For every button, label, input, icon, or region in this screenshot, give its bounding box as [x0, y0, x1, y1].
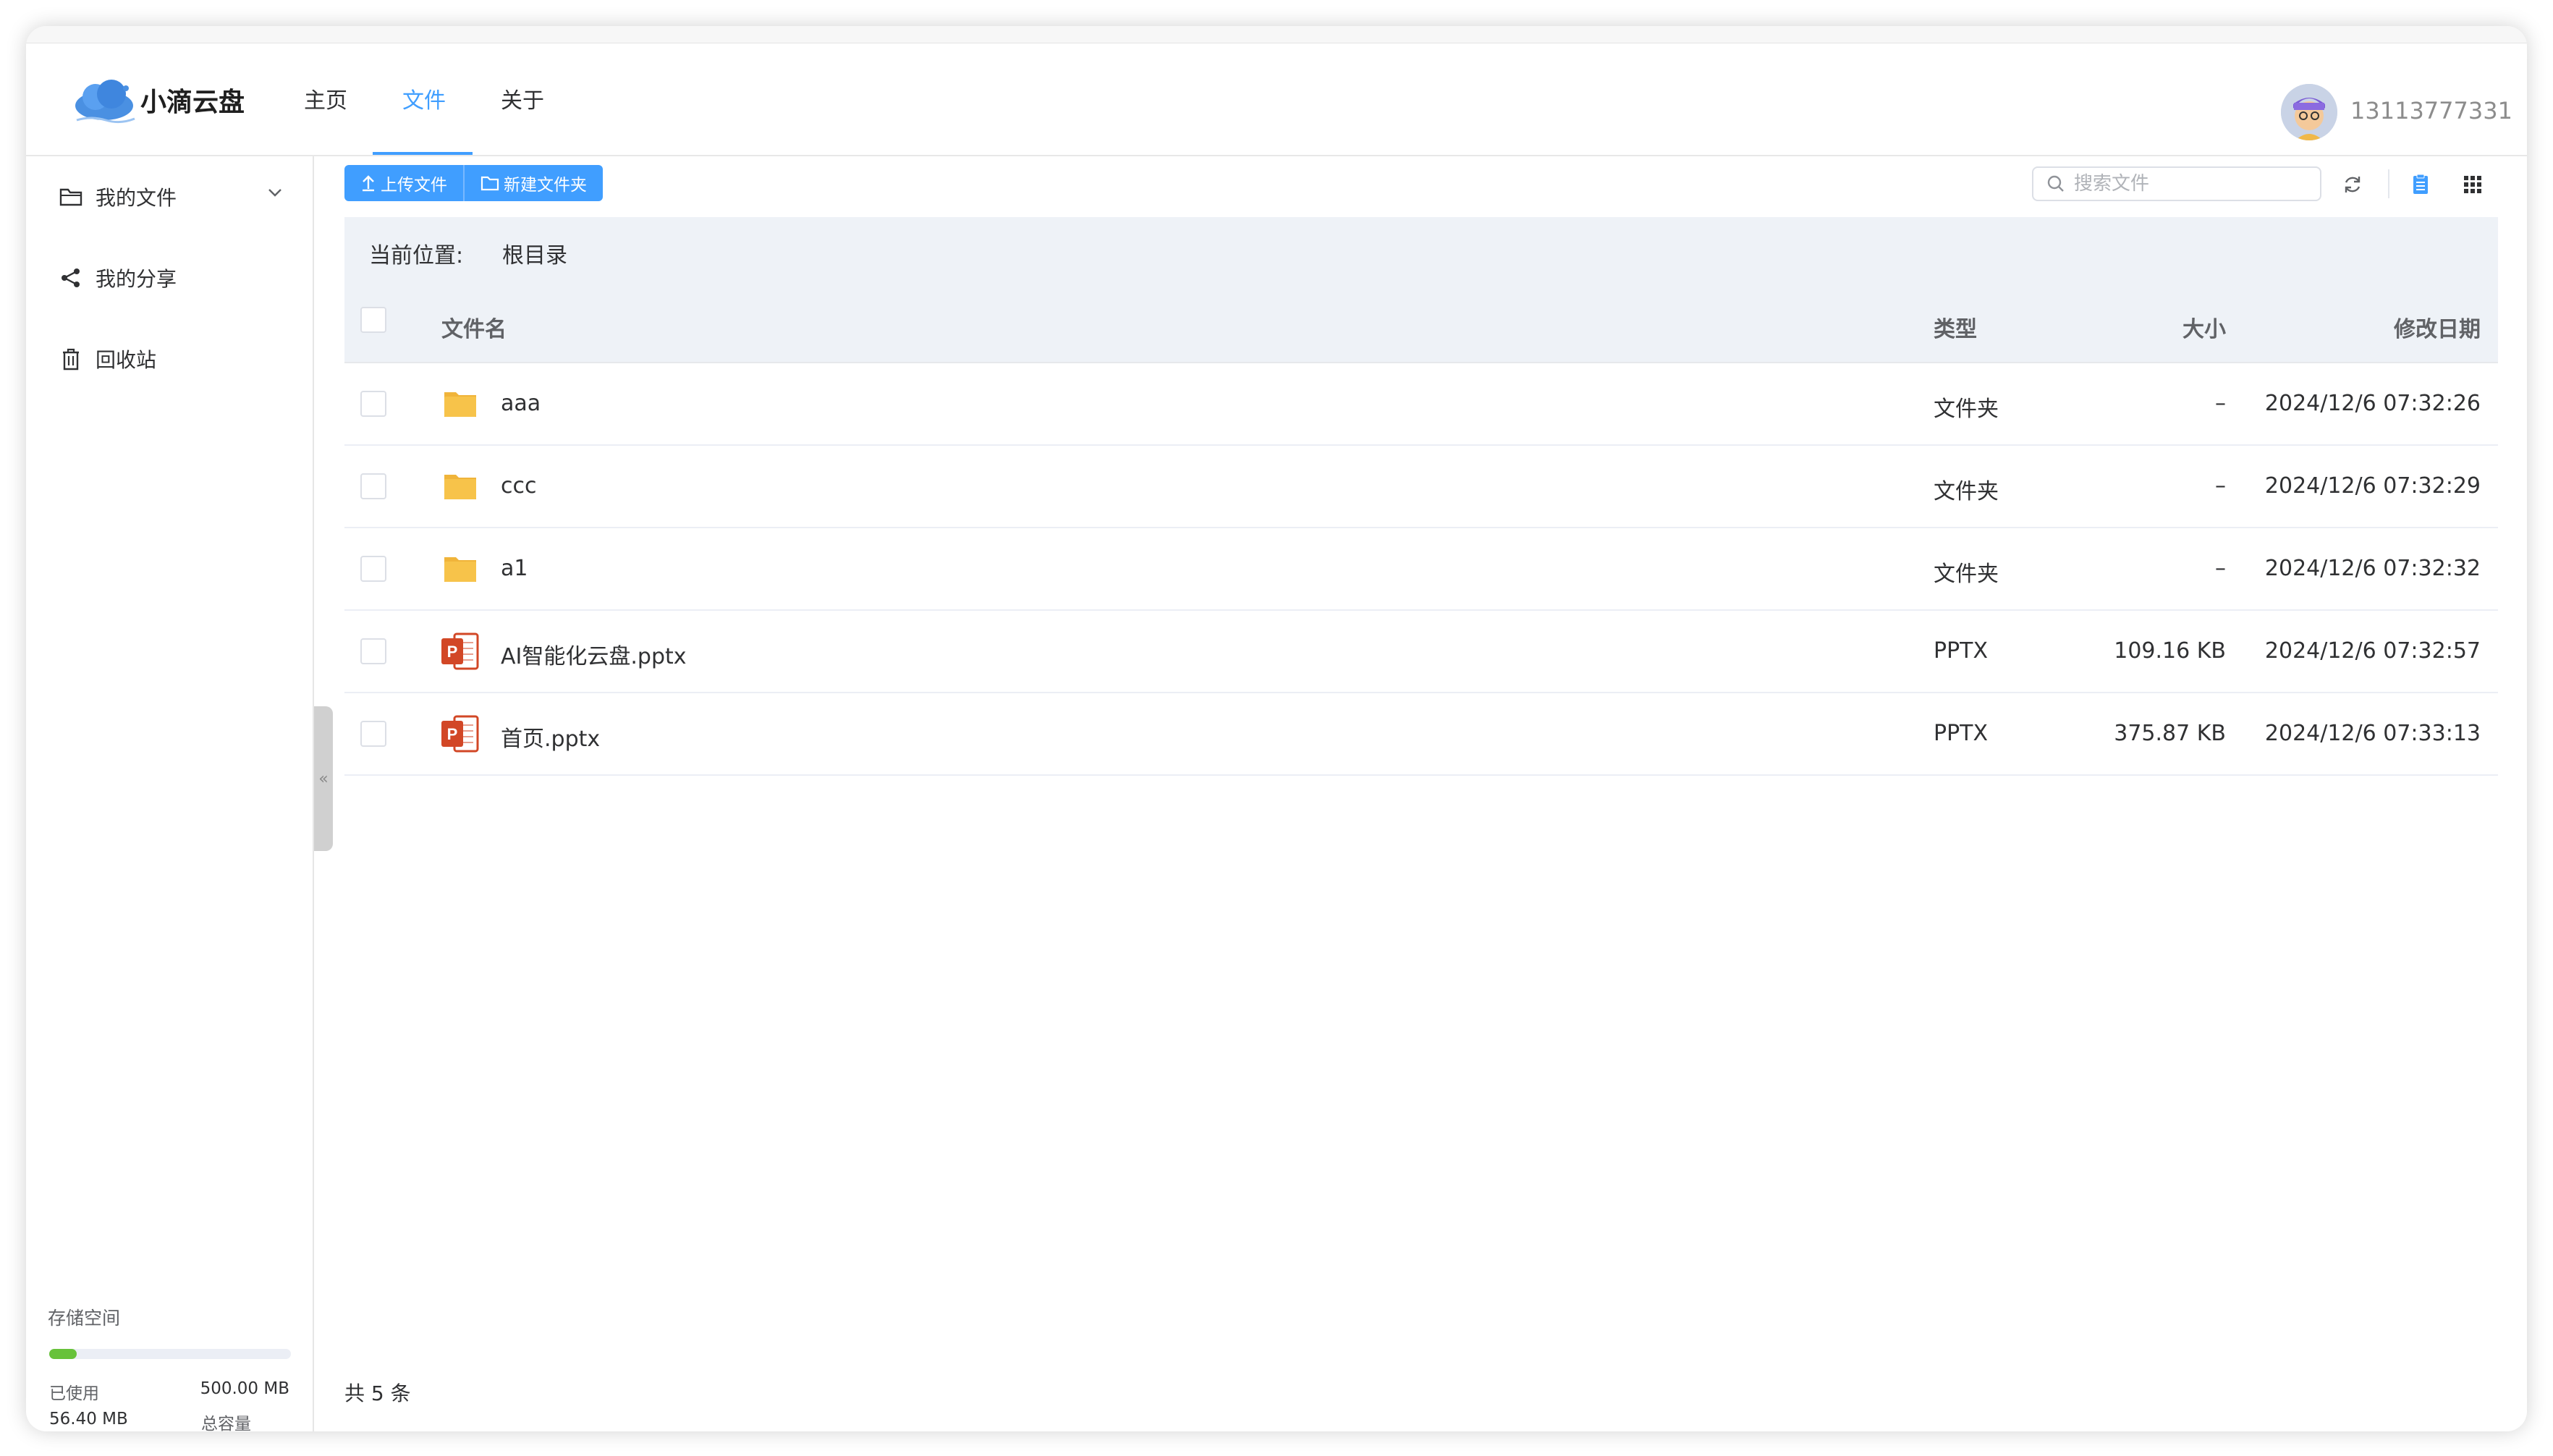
share-icon [62, 268, 80, 287]
pptx-icon: P [441, 632, 479, 670]
file-table-header: 文件名 类型 大小 修改日期 [344, 284, 2498, 363]
sidebar-item-label: 我的文件 [96, 186, 177, 210]
file-size: – [2215, 391, 2226, 416]
action-button-group: 上传文件 新建文件夹 [344, 165, 603, 201]
sidebar-item-my-files[interactable]: 我的文件 [59, 175, 177, 219]
upload-button[interactable]: 上传文件 [344, 165, 463, 201]
app-window: 小滴云盘 主页 文件 关于 13113777331 我的文件 我的分享 回收站 … [26, 26, 2527, 1431]
new-folder-button[interactable]: 新建文件夹 [463, 165, 603, 201]
cloud-logo-icon [75, 80, 135, 124]
nav-files[interactable]: 文件 [402, 82, 446, 114]
storage-total-value: 500.00 MB [200, 1379, 289, 1398]
svg-text:P: P [447, 725, 458, 743]
file-size: 109.16 KB [2114, 638, 2226, 664]
file-name[interactable]: aaa [501, 391, 541, 416]
top-header: 小滴云盘 主页 文件 关于 13113777331 [26, 43, 2527, 156]
table-row[interactable]: a1 文件夹 – 2024/12/6 07:32:32 [344, 528, 2498, 611]
column-header-type[interactable]: 类型 [1934, 311, 1977, 343]
folder-icon [444, 557, 476, 582]
file-modified: 2024/12/6 07:32:29 [2264, 473, 2481, 499]
file-size: – [2215, 473, 2226, 499]
trash-icon [63, 348, 79, 371]
search-icon [2047, 175, 2064, 192]
folder-outline-icon [59, 188, 82, 206]
grid-view-icon[interactable] [2459, 171, 2486, 198]
table-row[interactable]: aaa 文件夹 – 2024/12/6 07:32:26 [344, 363, 2498, 446]
file-name[interactable]: AI智能化云盘.pptx [501, 638, 687, 670]
avatar[interactable] [2281, 84, 2337, 140]
row-checkbox[interactable] [360, 638, 386, 664]
file-size: – [2215, 556, 2226, 581]
list-view-icon[interactable] [2407, 171, 2434, 198]
toolbar-divider [2388, 169, 2389, 198]
file-type: PPTX [1934, 721, 1989, 746]
file-modified: 2024/12/6 07:32:57 [2264, 638, 2481, 664]
row-checkbox[interactable] [360, 721, 386, 747]
file-type: 文件夹 [1934, 562, 1999, 587]
select-all-checkbox[interactable] [360, 307, 386, 333]
sidebar-item-label: 回收站 [96, 348, 157, 372]
app-name: 小滴云盘 [140, 88, 245, 117]
table-row[interactable]: ccc 文件夹 – 2024/12/6 07:32:29 [344, 446, 2498, 528]
file-modified: 2024/12/6 07:32:26 [2264, 391, 2481, 416]
svg-text:P: P [447, 643, 458, 661]
chevron-down-icon[interactable] [266, 187, 284, 198]
sidebar: 我的文件 我的分享 回收站 存储空间 已使用 56.40 MB 500.00 M… [26, 156, 314, 1431]
sidebar-item-recycle-bin[interactable]: 回收站 [59, 337, 156, 381]
file-name[interactable]: ccc [501, 473, 536, 499]
folder-outline-icon [480, 176, 499, 191]
upload-icon [363, 175, 374, 192]
storage-total-label: 总容量 [201, 1415, 251, 1431]
nav-active-indicator [373, 152, 473, 155]
sidebar-item-my-shares[interactable]: 我的分享 [59, 256, 177, 300]
file-name[interactable]: 首页.pptx [501, 721, 600, 753]
folder-icon [444, 475, 476, 499]
sidebar-collapse-handle[interactable]: « [314, 706, 333, 851]
storage-used-value: 56.40 MB [49, 1410, 128, 1429]
column-header-modified[interactable]: 修改日期 [2394, 311, 2481, 343]
row-checkbox[interactable] [360, 391, 386, 417]
upload-button-label: 上传文件 [381, 176, 447, 195]
title-strip [26, 26, 2527, 43]
file-size: 375.87 KB [2114, 721, 2226, 746]
file-modified: 2024/12/6 07:32:32 [2264, 556, 2481, 581]
pptx-icon: P [441, 715, 479, 753]
user-phone[interactable]: 13113777331 [2350, 97, 2512, 124]
storage-progress-fill [49, 1349, 77, 1359]
breadcrumb-label: 当前位置: [369, 243, 464, 268]
new-folder-button-label: 新建文件夹 [504, 176, 587, 195]
total-count: 共 5 条 [344, 1381, 411, 1405]
double-chevron-left-icon: « [318, 769, 329, 788]
row-checkbox[interactable] [360, 473, 386, 499]
storage-used-label: 已使用 [49, 1384, 99, 1403]
search-input[interactable] [2074, 173, 2306, 195]
refresh-icon[interactable] [2339, 171, 2366, 198]
storage-title: 存储空间 [48, 1308, 121, 1329]
row-checkbox[interactable] [360, 556, 386, 582]
breadcrumb-root[interactable]: 根目录 [502, 237, 567, 269]
search-box[interactable] [2032, 166, 2321, 201]
file-type: 文件夹 [1934, 397, 1999, 422]
nav-about[interactable]: 关于 [501, 82, 544, 114]
file-type: PPTX [1934, 638, 1989, 664]
file-type: 文件夹 [1934, 479, 1999, 504]
column-header-size[interactable]: 大小 [2182, 311, 2226, 343]
sidebar-item-label: 我的分享 [96, 267, 177, 291]
breadcrumb: 当前位置: 根目录 [344, 217, 2498, 284]
folder-icon [444, 392, 476, 417]
file-modified: 2024/12/6 07:33:13 [2264, 721, 2481, 746]
table-row[interactable]: P 首页.pptx PPTX 375.87 KB 2024/12/6 07:33… [344, 693, 2498, 776]
user-avatar-icon [2281, 84, 2337, 140]
file-name[interactable]: a1 [501, 556, 528, 581]
storage-progress-bar [49, 1349, 291, 1359]
table-row[interactable]: P AI智能化云盘.pptx PPTX 109.16 KB 2024/12/6 … [344, 611, 2498, 693]
column-header-name[interactable]: 文件名 [441, 311, 507, 343]
nav-home[interactable]: 主页 [304, 82, 347, 114]
